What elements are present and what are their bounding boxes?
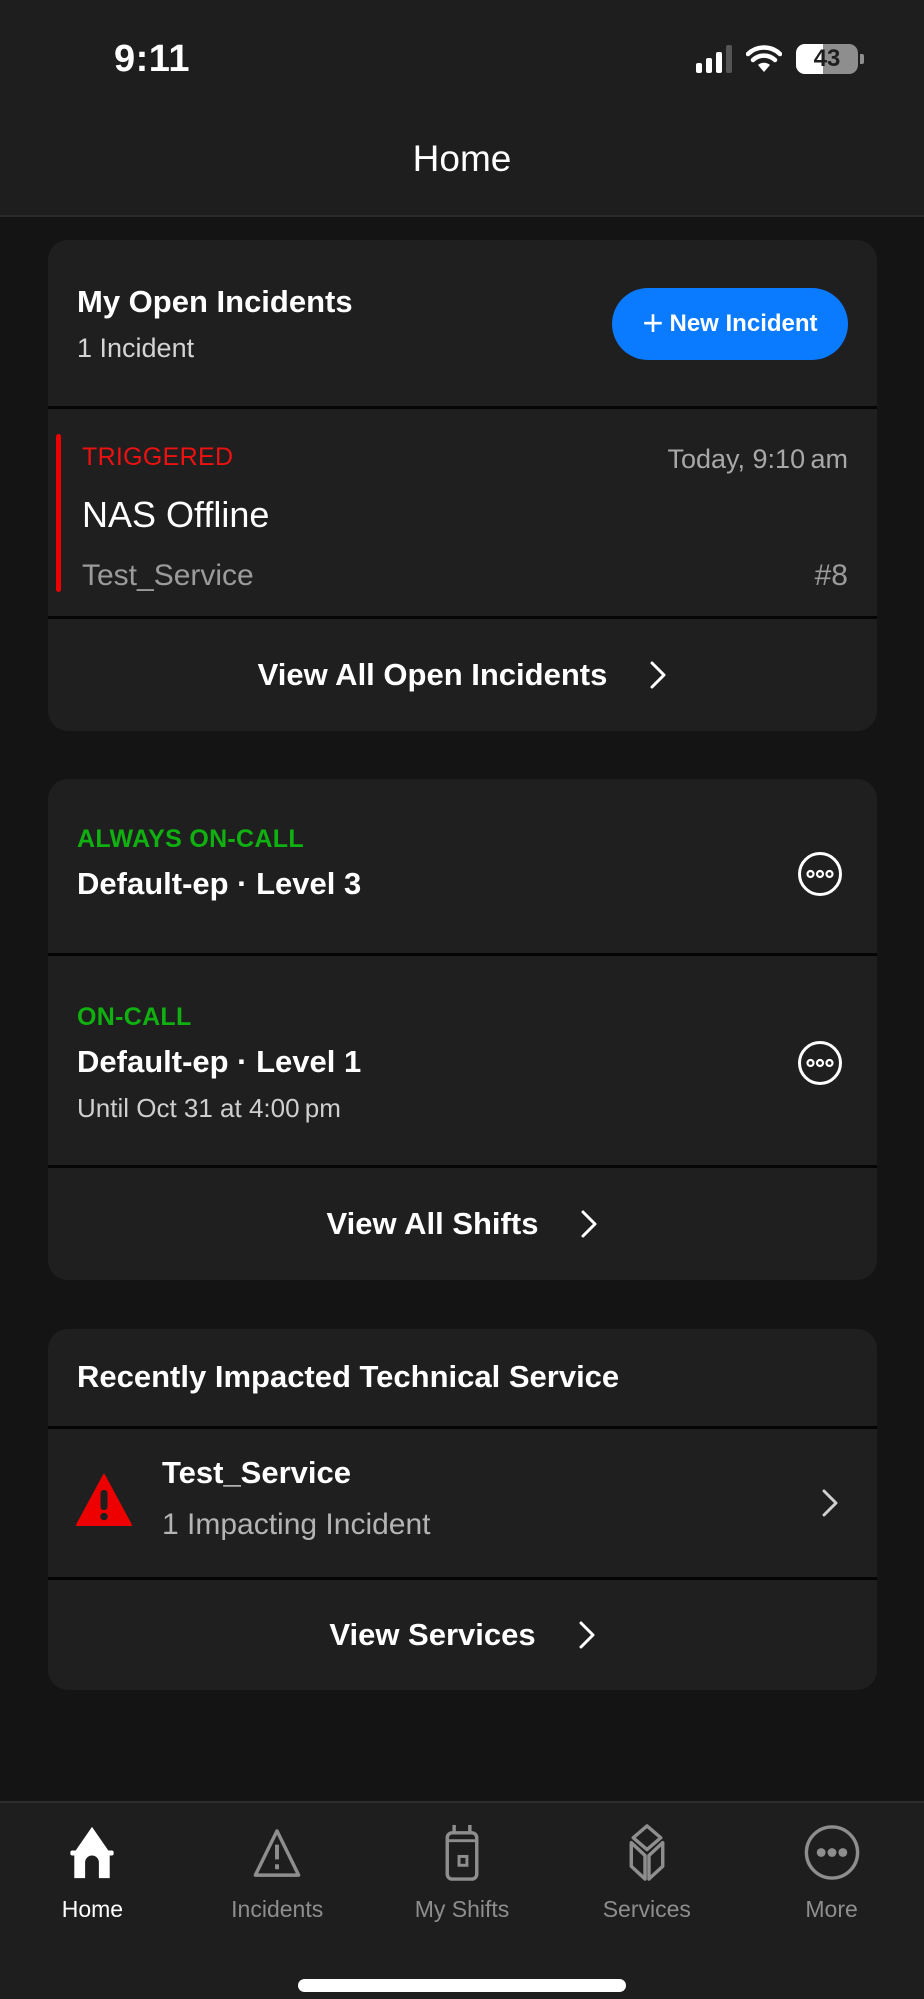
impacted-services-card: Recently Impacted Technical Service Test… <box>48 1329 877 1690</box>
tab-label: Services <box>602 1896 691 1922</box>
shift-tag: ALWAYS ON-CALL <box>77 825 304 853</box>
home-icon <box>70 1826 115 1879</box>
shift-name: Default-ep · Level 3 <box>77 866 362 901</box>
incident-time: Today, 9:10 am <box>667 444 848 474</box>
open-incidents-count: 1 Incident <box>77 333 195 363</box>
service-name: Test_Service <box>162 1455 351 1490</box>
tab-services[interactable]: Services <box>554 1823 739 1923</box>
tab-label: More <box>805 1896 858 1922</box>
tab-label: My Shifts <box>414 1896 510 1922</box>
plus-icon: + <box>642 301 664 343</box>
home-indicator[interactable] <box>298 1979 626 1992</box>
status-icons: 43 <box>696 44 864 74</box>
tab-label: Incidents <box>231 1896 324 1922</box>
nav-bar: Home <box>0 110 924 217</box>
incident-number: #8 <box>814 559 848 592</box>
status-time: 9:11 <box>114 38 190 80</box>
shift-name: Default-ep · Level 1 <box>77 1044 362 1079</box>
chevron-right-icon <box>822 1489 838 1517</box>
warning-triangle-icon <box>76 1474 132 1526</box>
incident-row[interactable]: TRIGGERED Today, 9:10 am NAS Offline Tes… <box>48 409 877 616</box>
battery-level: 43 <box>813 45 841 72</box>
warning-icon <box>253 1829 301 1877</box>
chevron-right-icon <box>579 1621 595 1649</box>
status-bar: 9:11 43 <box>0 0 924 110</box>
shift-tag: ON-CALL <box>77 1003 192 1031</box>
service-row[interactable]: Test_Service 1 Impacting Incident <box>48 1429 877 1577</box>
chevron-right-icon <box>650 661 666 689</box>
view-all-open-incidents-button[interactable]: View All Open Incidents <box>48 619 877 731</box>
page-title: Home <box>412 137 512 179</box>
tab-bar: Home Incidents My Shifts Services More <box>0 1801 924 1999</box>
tab-home[interactable]: Home <box>0 1823 185 1923</box>
more-icon <box>804 1825 859 1880</box>
open-incidents-card: My Open Incidents 1 Incident + New Incid… <box>48 240 877 731</box>
battery-tip <box>860 54 864 64</box>
tab-more[interactable]: More <box>739 1823 924 1923</box>
incident-status: TRIGGERED <box>82 443 234 471</box>
wifi-icon <box>746 45 782 72</box>
impacted-services-header: Recently Impacted Technical Service <box>48 1329 877 1426</box>
tab-label: Home <box>61 1896 124 1922</box>
cellular-signal-icon <box>696 45 732 73</box>
open-incidents-title: My Open Incidents <box>77 284 353 319</box>
calendar-icon <box>445 1824 479 1881</box>
battery-icon: 43 <box>796 44 858 74</box>
new-incident-button[interactable]: + New Incident <box>612 288 848 360</box>
shift-row[interactable]: ALWAYS ON-CALL Default-ep · Level 3 <box>48 779 877 953</box>
view-all-shifts-label: View All Shifts <box>326 1206 539 1241</box>
incident-service: Test_Service <box>82 559 254 592</box>
incident-title: NAS Offline <box>82 494 270 535</box>
view-all-open-incidents-label: View All Open Incidents <box>257 657 608 692</box>
impacted-services-title: Recently Impacted Technical Service <box>77 1359 620 1394</box>
more-options-icon[interactable] <box>797 851 843 897</box>
chevron-right-icon <box>581 1210 597 1238</box>
view-all-shifts-button[interactable]: View All Shifts <box>48 1168 877 1280</box>
service-subtitle: 1 Impacting Incident <box>162 1508 431 1541</box>
cube-icon <box>629 1824 665 1881</box>
shift-row[interactable]: ON-CALL Default-ep · Level 1 Until Oct 3… <box>48 956 877 1165</box>
on-call-shifts-card: ALWAYS ON-CALL Default-ep · Level 3 ON-C… <box>48 779 877 1280</box>
incident-status-bar <box>56 434 61 592</box>
tab-my-shifts[interactable]: My Shifts <box>370 1823 555 1923</box>
view-services-label: View Services <box>329 1617 536 1652</box>
tab-incidents[interactable]: Incidents <box>185 1823 370 1923</box>
new-incident-label: New Incident <box>669 310 818 337</box>
view-services-button[interactable]: View Services <box>48 1580 877 1690</box>
open-incidents-header: My Open Incidents 1 Incident + New Incid… <box>48 240 877 406</box>
shift-until: Until Oct 31 at 4:00 pm <box>77 1093 341 1123</box>
more-options-icon[interactable] <box>797 1040 843 1086</box>
